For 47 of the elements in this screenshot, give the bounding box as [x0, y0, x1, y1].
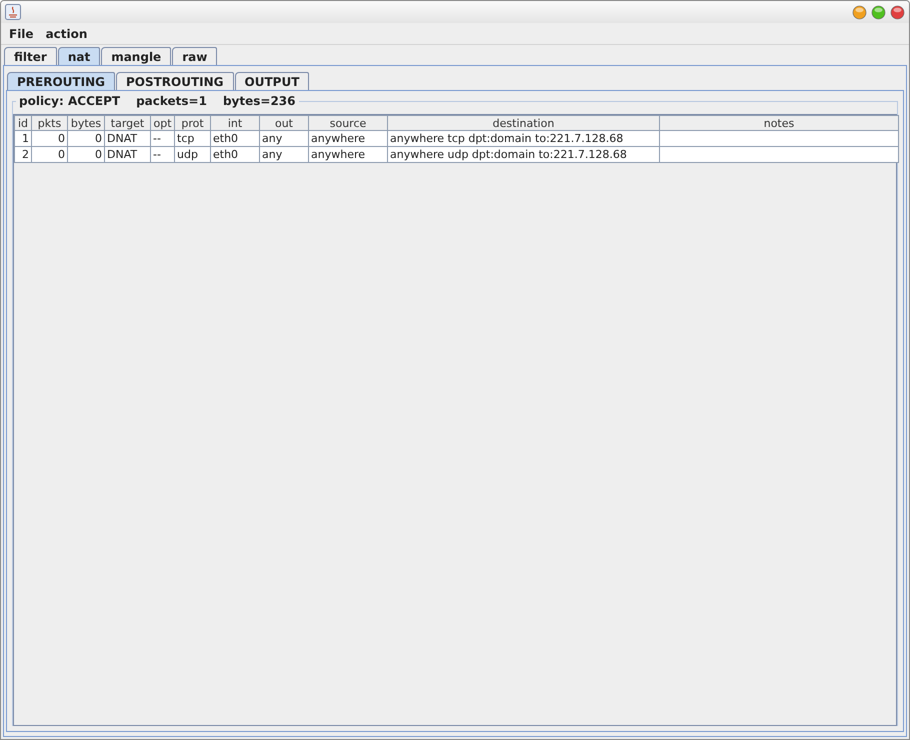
column-header[interactable]: out	[260, 116, 308, 130]
table-cell: eth0	[210, 130, 260, 146]
table-cell: tcp	[174, 130, 210, 146]
table-cell: udp	[174, 146, 210, 162]
table-cell: 0	[32, 130, 68, 146]
table-cell: DNAT	[104, 146, 150, 162]
table-cell: DNAT	[104, 130, 150, 146]
table-tab[interactable]: mangle	[101, 47, 172, 65]
table-cell: anywhere	[308, 146, 388, 162]
table-cell: 2	[14, 146, 32, 162]
minimize-icon[interactable]	[852, 4, 867, 20]
table-cell: any	[260, 130, 308, 146]
table-tab[interactable]: raw	[172, 47, 218, 65]
table-cell: 0	[68, 146, 104, 162]
maximize-icon[interactable]	[871, 4, 886, 20]
column-header[interactable]: pkts	[32, 116, 68, 130]
table-tab[interactable]: filter	[4, 47, 57, 65]
table-cell: 0	[68, 130, 104, 146]
table-cell: any	[260, 146, 308, 162]
app-icon	[5, 4, 21, 20]
column-header[interactable]: id	[14, 116, 32, 130]
table-tab[interactable]: nat	[58, 47, 100, 65]
chain-tab[interactable]: PREROUTING	[7, 72, 115, 90]
policy-label: policy: ACCEPT	[19, 95, 120, 108]
table-cell: --	[150, 130, 174, 146]
column-header[interactable]: bytes	[68, 116, 104, 130]
table-cell: --	[150, 146, 174, 162]
chain-tab[interactable]: OUTPUT	[234, 72, 310, 90]
table-cell: anywhere udp dpt:domain to:221.7.128.68	[388, 146, 660, 162]
packets-label: packets=1	[136, 95, 207, 108]
table-cell: anywhere tcp dpt:domain to:221.7.128.68	[388, 130, 660, 146]
column-header[interactable]: opt	[150, 116, 174, 130]
column-header[interactable]: target	[104, 116, 150, 130]
menu-item[interactable]: action	[40, 26, 94, 40]
chain-tab[interactable]: POSTROUTING	[116, 72, 234, 90]
column-header[interactable]: destination	[388, 116, 660, 130]
column-header[interactable]: notes	[660, 116, 898, 130]
column-header[interactable]: prot	[174, 116, 210, 130]
table-cell: eth0	[210, 146, 260, 162]
table-cell: anywhere	[308, 130, 388, 146]
column-header[interactable]: source	[308, 116, 388, 130]
close-icon[interactable]	[890, 4, 905, 20]
column-header[interactable]: int	[210, 116, 260, 130]
table-cell: 0	[32, 146, 68, 162]
bytes-label: bytes=236	[222, 95, 296, 108]
table-cell: 1	[14, 130, 32, 146]
menu-item[interactable]: File	[3, 26, 40, 40]
